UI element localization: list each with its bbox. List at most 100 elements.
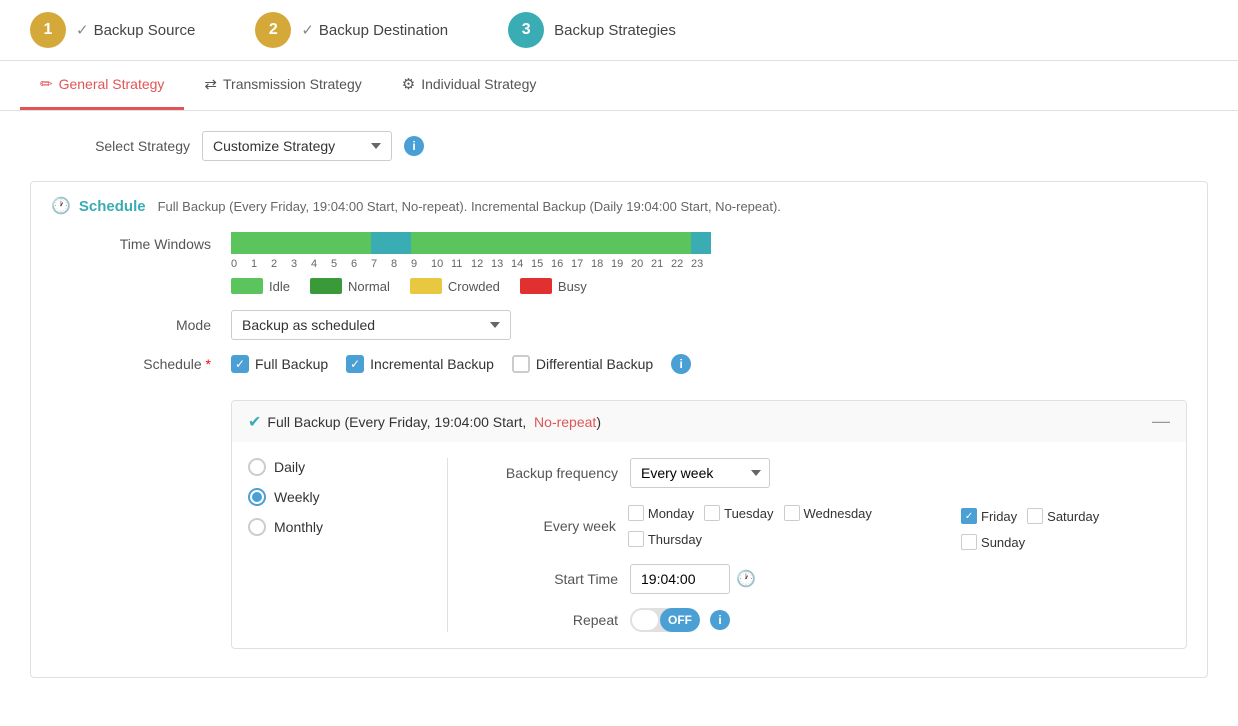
check-incremental-backup[interactable]: Incremental Backup (346, 355, 494, 373)
tw-segment-9 (411, 232, 431, 254)
full-backup-expand-row: ✔ Full Backup (Every Friday, 19:04:00 St… (51, 388, 1187, 649)
tw-num-22: 22 (671, 258, 691, 270)
day-friday[interactable]: Friday (961, 508, 1017, 524)
radio-monthly-circle[interactable] (248, 518, 266, 536)
clock-icon: 🕐 (736, 569, 756, 589)
tw-num-14: 14 (511, 258, 531, 270)
radio-weekly[interactable]: Weekly (248, 488, 427, 506)
individual-icon: ⚙ (402, 75, 415, 93)
radio-daily-label: Daily (274, 459, 305, 475)
expand-check-icon: ✔ (248, 412, 261, 432)
schedule-checks: Full Backup Incremental Backup Different… (231, 354, 691, 374)
schedule-box: 🕐 Schedule Full Backup (Every Friday, 19… (30, 181, 1208, 678)
day-thursday-box[interactable] (628, 531, 644, 547)
schedule-check-label: Schedule * (51, 356, 231, 372)
legend-idle-label: Idle (269, 279, 290, 294)
repeat-info-icon[interactable]: i (710, 610, 730, 630)
step-2-circle: 2 (255, 12, 291, 48)
every-week-row: Every week Monday Tuesday (478, 502, 1170, 550)
tab-individual[interactable]: ⚙ Individual Strategy (382, 61, 557, 110)
repeat-row: Repeat OFF i (478, 608, 1170, 632)
tw-segment-7 (371, 232, 391, 254)
mode-row: Mode Backup as scheduled (51, 310, 1187, 340)
tab-general-label: General Strategy (59, 76, 165, 92)
step-3: 3 Backup Strategies (508, 12, 676, 48)
day-sunday-box[interactable] (961, 534, 977, 550)
day-tuesday-label: Tuesday (724, 506, 773, 521)
radio-daily-circle[interactable] (248, 458, 266, 476)
day-thursday[interactable]: Thursday (628, 531, 702, 547)
legend-idle: Idle (231, 278, 290, 294)
legend-normal-label: Normal (348, 279, 390, 294)
day-wednesday-box[interactable] (784, 505, 800, 521)
check-differential-backup[interactable]: Differential Backup (512, 355, 653, 373)
tw-segment-0 (231, 232, 251, 254)
every-week-days: Monday Tuesday Wednesday (628, 502, 1170, 550)
radio-monthly[interactable]: Monthly (248, 518, 427, 536)
start-time-input[interactable] (630, 564, 730, 594)
day-tuesday-box[interactable] (704, 505, 720, 521)
day-friday-box[interactable] (961, 508, 977, 524)
start-time-value: 🕐 (630, 564, 756, 594)
check-incremental-backup-box[interactable] (346, 355, 364, 373)
expand-body: Daily Weekly Monthly (232, 442, 1186, 648)
check-full-backup[interactable]: Full Backup (231, 355, 328, 373)
expand-title-text: Full Backup (Every Friday, 19:04:00 Star… (267, 414, 601, 430)
tw-num-2: 2 (271, 258, 291, 270)
day-monday-box[interactable] (628, 505, 644, 521)
tw-segment-17 (571, 232, 591, 254)
legend-idle-color (231, 278, 263, 294)
tw-segment-5 (331, 232, 351, 254)
repeat-toggle-track[interactable]: OFF (630, 608, 700, 632)
backup-frequency-select[interactable]: Every week (630, 458, 770, 488)
tw-num-9: 9 (411, 258, 431, 270)
tw-segment-16 (551, 232, 571, 254)
time-windows-bar (231, 232, 711, 254)
schedule-icon: 🕐 (51, 196, 71, 216)
tw-num-3: 3 (291, 258, 311, 270)
toggle-off-label: OFF (660, 608, 700, 632)
radio-monthly-label: Monthly (274, 519, 323, 535)
strategy-row: Select Strategy Customize Strategy i (30, 131, 1208, 161)
tw-segment-12 (471, 232, 491, 254)
day-wednesday-label: Wednesday (804, 506, 872, 521)
tw-num-4: 4 (311, 258, 331, 270)
tw-segment-11 (451, 232, 471, 254)
expand-left: Daily Weekly Monthly (248, 458, 448, 632)
day-saturday[interactable]: Saturday (1027, 508, 1099, 524)
tw-num-20: 20 (631, 258, 651, 270)
strategy-info-icon[interactable]: i (404, 136, 424, 156)
strategy-select[interactable]: Customize Strategy (202, 131, 392, 161)
day-sunday[interactable]: Sunday (961, 534, 1025, 550)
day-tuesday[interactable]: Tuesday (704, 505, 773, 521)
tw-segment-20 (631, 232, 651, 254)
mode-select[interactable]: Backup as scheduled (231, 310, 511, 340)
day-wednesday[interactable]: Wednesday (784, 505, 872, 521)
tab-transmission[interactable]: ⇄ Transmission Strategy (184, 61, 381, 110)
step-2-check: ✓ (301, 21, 314, 39)
step-1-check: ✓ (76, 21, 89, 39)
tab-transmission-label: Transmission Strategy (223, 76, 362, 92)
time-windows-content: 01234567891011121314151617181920212223 I… (231, 232, 1187, 294)
expand-collapse-button[interactable]: — (1152, 411, 1170, 432)
day-saturday-box[interactable] (1027, 508, 1043, 524)
repeat-toggle[interactable]: OFF (630, 608, 700, 632)
backup-frequency-label: Backup frequency (478, 465, 618, 481)
tw-num-23: 23 (691, 258, 711, 270)
tw-segment-19 (611, 232, 631, 254)
tw-segment-22 (671, 232, 691, 254)
schedule-info-icon[interactable]: i (671, 354, 691, 374)
day-monday[interactable]: Monday (628, 505, 694, 521)
radio-weekly-circle[interactable] (248, 488, 266, 506)
check-differential-backup-box[interactable] (512, 355, 530, 373)
tw-num-17: 17 (571, 258, 591, 270)
tab-general[interactable]: ✏ General Strategy (20, 61, 184, 110)
legend-crowded: Crowded (410, 278, 500, 294)
tabs-bar: ✏ General Strategy ⇄ Transmission Strate… (0, 61, 1238, 111)
time-windows-label: Time Windows (51, 232, 231, 252)
tw-segment-13 (491, 232, 511, 254)
tw-segment-10 (431, 232, 451, 254)
tw-num-10: 10 (431, 258, 451, 270)
radio-daily[interactable]: Daily (248, 458, 427, 476)
check-full-backup-box[interactable] (231, 355, 249, 373)
